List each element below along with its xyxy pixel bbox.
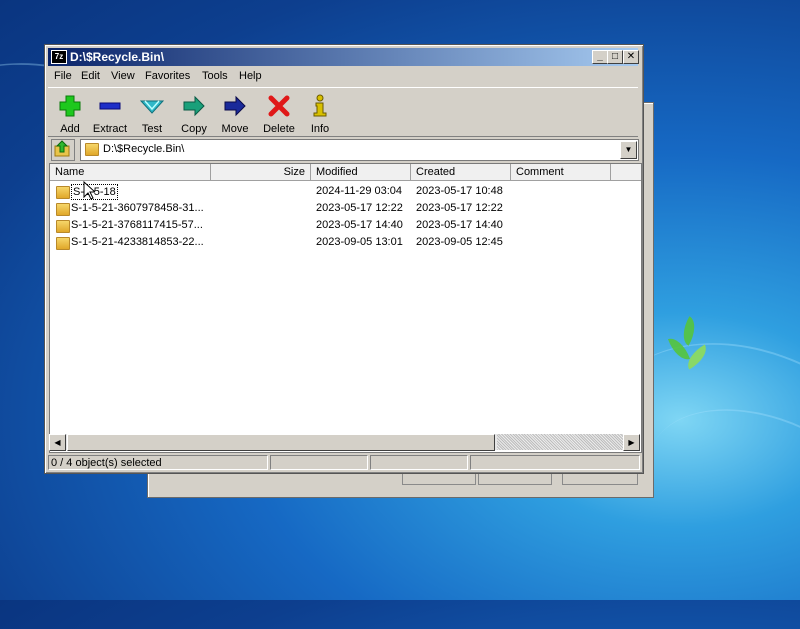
address-combo[interactable]: D:\$Recycle.Bin\ ▼	[80, 139, 639, 161]
file-name: S-1-5-21-3607978458-31...	[71, 202, 204, 214]
address-path: D:\$Recycle.Bin\	[103, 143, 185, 155]
column-header-created[interactable]: Created	[411, 164, 511, 181]
menu-help[interactable]: Help	[239, 70, 262, 82]
menu-file[interactable]: File	[54, 70, 72, 82]
file-created: 2023-05-17 14:40	[416, 219, 503, 231]
folder-icon	[56, 237, 70, 250]
toolbar: Add Extract Test Copy Move Delete Info	[48, 87, 638, 137]
column-header-name[interactable]: Name	[50, 164, 211, 181]
delete-button[interactable]: Delete	[257, 90, 301, 135]
file-name: S-1-5-21-3768117415-57...	[71, 219, 203, 231]
delete-label: Delete	[263, 123, 295, 135]
horizontal-scrollbar[interactable]: ◀ ▶	[49, 434, 640, 451]
extract-label: Extract	[92, 123, 128, 135]
file-modified: 2023-05-17 14:40	[316, 219, 403, 231]
file-created: 2023-05-17 12:22	[416, 202, 503, 214]
file-list[interactable]: Name Size Modified Created Comment S-1-5…	[49, 163, 642, 453]
file-created: 2023-09-05 12:45	[416, 236, 503, 248]
add-button[interactable]: Add	[48, 90, 92, 135]
scroll-track[interactable]	[497, 434, 623, 450]
table-row[interactable]: S-1-5-21-4233814853-22... 2023-09-05 13:…	[50, 234, 641, 251]
table-row[interactable]: S-1-5-21-3607978458-31... 2023-05-17 12:…	[50, 200, 641, 217]
info-label: Info	[310, 123, 330, 135]
file-manager-window: 7z D:\$Recycle.Bin\ _ □ ✕ File Edit View…	[44, 44, 644, 474]
copy-button[interactable]: Copy	[172, 90, 216, 135]
info-button[interactable]: Info	[298, 90, 342, 135]
menu-favorites[interactable]: Favorites	[145, 70, 190, 82]
x-icon	[268, 95, 290, 117]
move-button[interactable]: Move	[213, 90, 257, 135]
app-icon: 7z	[51, 50, 67, 64]
maximize-button[interactable]: □	[607, 50, 623, 64]
status-bar: 0 / 4 object(s) selected	[48, 454, 640, 471]
address-bar: D:\$Recycle.Bin\ ▼	[48, 137, 639, 161]
menu-view[interactable]: View	[111, 70, 135, 82]
column-header-size[interactable]: Size	[211, 164, 311, 181]
status-selection: 0 / 4 object(s) selected	[48, 455, 268, 470]
menu-edit[interactable]: Edit	[81, 70, 100, 82]
folder-icon	[56, 203, 70, 216]
wallpaper-leaf	[676, 316, 702, 346]
up-arrow-icon	[54, 140, 70, 157]
plus-icon	[59, 95, 81, 117]
file-modified: 2024-11-29 03:04	[316, 185, 403, 197]
status-panel-3	[370, 455, 468, 470]
add-label: Add	[60, 123, 80, 135]
minus-icon	[99, 102, 121, 110]
folder-icon	[56, 220, 70, 233]
check-icon	[139, 100, 165, 114]
file-name: S-1-5-21-4233814853-22...	[71, 236, 204, 248]
test-button[interactable]: Test	[130, 90, 174, 135]
test-label: Test	[141, 123, 163, 135]
file-created: 2023-05-17 10:48	[416, 185, 503, 197]
close-button[interactable]: ✕	[623, 50, 639, 64]
address-dropdown-button[interactable]: ▼	[620, 141, 637, 159]
scroll-thumb[interactable]	[67, 434, 495, 451]
folder-icon	[56, 186, 70, 199]
file-modified: 2023-05-17 12:22	[316, 202, 403, 214]
copy-label: Copy	[181, 123, 207, 135]
up-folder-button[interactable]	[51, 139, 75, 161]
menu-tools[interactable]: Tools	[202, 70, 228, 82]
info-icon	[313, 94, 327, 117]
scroll-left-button[interactable]: ◀	[49, 434, 66, 451]
folder-icon	[85, 143, 99, 156]
copy-arrow-icon	[183, 95, 205, 117]
window-title: D:\$Recycle.Bin\	[70, 50, 165, 64]
column-header-modified[interactable]: Modified	[311, 164, 411, 181]
title-bar[interactable]: 7z D:\$Recycle.Bin\ _ □ ✕	[48, 48, 639, 66]
status-panel-4	[470, 455, 640, 470]
extract-button[interactable]: Extract	[88, 90, 132, 135]
move-arrow-icon	[224, 95, 246, 117]
table-row[interactable]: S-1-5-18 2024-11-29 03:04 2023-05-17 10:…	[50, 183, 641, 200]
status-panel-2	[270, 455, 368, 470]
minimize-button[interactable]: _	[592, 50, 608, 64]
mouse-cursor-icon	[83, 181, 95, 200]
column-header-comment[interactable]: Comment	[511, 164, 611, 181]
column-header-filler	[611, 164, 641, 181]
move-label: Move	[221, 123, 249, 135]
scroll-right-button[interactable]: ▶	[623, 434, 640, 451]
table-row[interactable]: S-1-5-21-3768117415-57... 2023-05-17 14:…	[50, 217, 641, 234]
file-modified: 2023-09-05 13:01	[316, 236, 403, 248]
